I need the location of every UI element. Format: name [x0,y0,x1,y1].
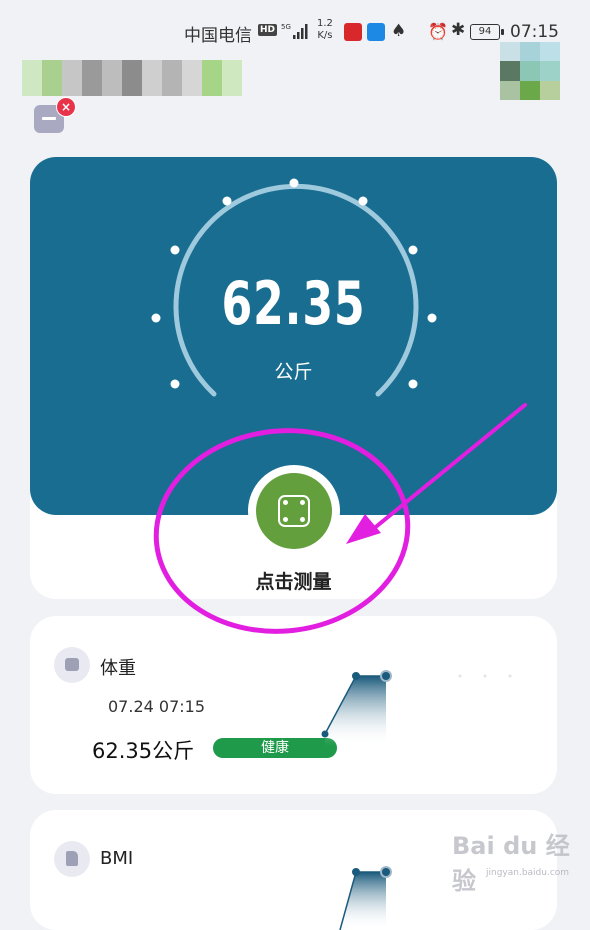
weight-icon [54,647,90,683]
weight-card-title: 体重 [100,658,136,679]
alarm-icon: ⏰ [428,22,448,41]
battery-indicator: 94 [470,24,504,40]
app-notification-icon [344,23,362,41]
measure-label[interactable]: 点击测量 [30,567,557,594]
bmi-icon [54,841,90,877]
avatar[interactable] [500,42,560,100]
hd-badge: HD [258,24,278,36]
weight-trend-sparkline [321,670,512,746]
svg-text:5G: 5G [281,23,291,31]
network-speed-value: 1.2 [317,18,333,29]
status-time: 07:15 [510,22,559,42]
network-speed: 1.2 K/s [317,18,333,42]
qq-icon: ♠ [391,21,407,41]
user-name-blurred [22,60,262,96]
carrier-label: 中国电信 [184,26,252,46]
current-weight-unit: 公斤 [274,361,313,383]
weight-card-value: 62.35公斤 [92,739,195,763]
signal-icon: 5G [281,23,308,39]
scale-icon [278,495,310,527]
bmi-card-title: BMI [100,848,134,869]
watermark-brand: Bai du 经验 [452,832,570,895]
measure-button-inner[interactable] [256,473,332,549]
current-weight-value: 62.35 [221,269,366,339]
measure-button[interactable] [248,465,340,557]
measurement-card: 62.35 公斤 点击测量 [30,157,557,599]
delivery-notification-icon [367,23,385,41]
gauge-panel: 62.35 公斤 [30,157,557,515]
weight-card[interactable]: 体重 07.24 07:15 62.35公斤 健康 [30,616,557,794]
watermark-domain: jingyan.baidu.com [486,868,570,878]
network-speed-unit: K/s [317,30,333,41]
close-icon[interactable]: × [56,97,76,117]
weight-card-datetime: 07.24 07:15 [108,697,205,716]
bluetooth-icon: ✱ [451,20,466,40]
